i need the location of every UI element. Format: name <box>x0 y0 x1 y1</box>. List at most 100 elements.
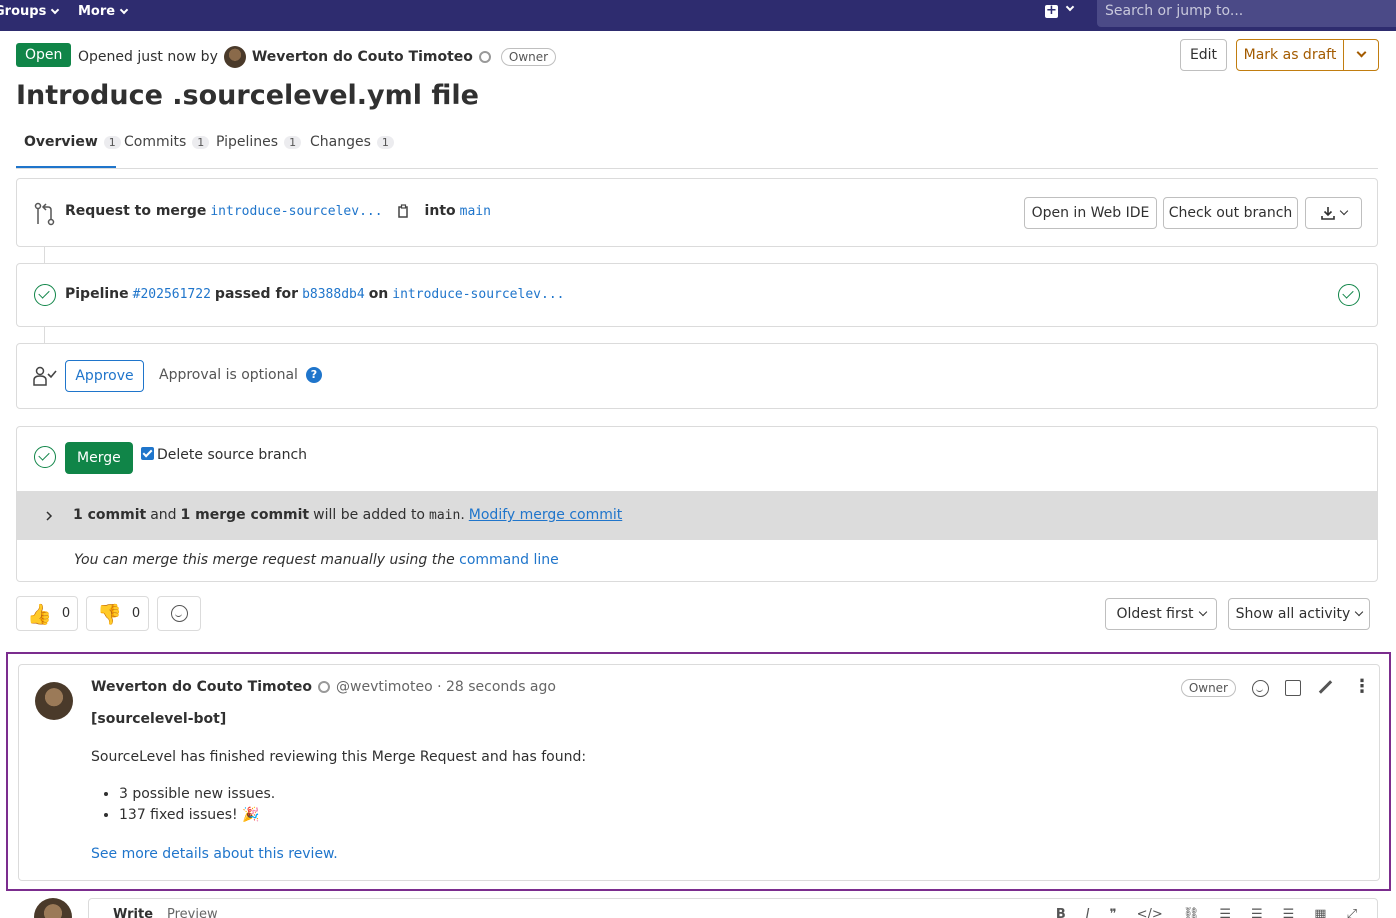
modify-merge-commit-link[interactable]: Modify merge commit <box>469 507 622 523</box>
task-list-icon[interactable]: ☰ <box>1283 907 1295 918</box>
tab-changes[interactable]: Changes 1 <box>310 134 394 150</box>
smile-icon <box>170 605 188 622</box>
thumbs-up-button[interactable]: 👍 0 <box>16 596 78 631</box>
italic-icon[interactable]: I <box>1086 907 1090 918</box>
active-tab-indicator <box>16 166 116 168</box>
chevron-down-icon <box>119 5 129 15</box>
merge-summary-period: . <box>460 507 465 523</box>
activity-filter-dropdown[interactable]: Show all activity <box>1228 598 1370 630</box>
new-item-dropdown[interactable] <box>1065 2 1075 12</box>
edit-button[interactable]: Edit <box>1180 39 1227 71</box>
thumbs-down-button[interactable]: 👎 0 <box>86 596 149 631</box>
groups-label: Groups <box>0 4 47 19</box>
sort-order-dropdown[interactable]: Oldest first <box>1105 598 1217 630</box>
preview-tab[interactable]: Preview <box>167 907 218 918</box>
write-tab[interactable]: Write <box>113 907 153 918</box>
opened-by: Opened just now by Weverton do Couto Tim… <box>78 46 557 68</box>
add-reaction-button[interactable] <box>157 596 201 631</box>
tab-commits[interactable]: Commits 1 <box>124 134 210 150</box>
tab-overview[interactable]: Overview 1 <box>24 134 121 150</box>
chevron-down-icon <box>51 5 60 15</box>
more-menu[interactable]: More <box>78 4 129 19</box>
passed-for-label: passed for <box>214 286 299 302</box>
merge-request-widget: Request to merge introduce-sourcelev... … <box>16 178 1378 247</box>
widget-connector <box>44 247 45 263</box>
link-icon[interactable]: ⛓ <box>1183 907 1200 918</box>
chevron-down-icon <box>1355 607 1364 617</box>
page-title: Introduce .sourcelevel.yml file <box>16 80 479 111</box>
approve-button[interactable]: Approve <box>65 360 144 392</box>
merge-commit-count: 1 merge commit <box>180 507 310 523</box>
mark-as-draft-button[interactable]: Mark as draft <box>1236 39 1344 71</box>
opened-text: Opened just now by <box>78 49 218 65</box>
bullet-list-icon[interactable]: ☰ <box>1219 907 1231 918</box>
manual-merge-hint: You can merge this merge request manuall… <box>74 552 559 568</box>
thumbs-up-count: 0 <box>61 606 71 621</box>
check-out-branch-button[interactable]: Check out branch <box>1163 197 1298 229</box>
command-line-link[interactable]: command line <box>459 552 559 568</box>
numbered-list-icon[interactable]: ☰ <box>1251 907 1263 918</box>
list-item: 137 fixed issues! 🎉 <box>119 807 275 823</box>
merge-commit-details[interactable]: 1 commit and 1 merge commit will be adde… <box>17 491 1377 540</box>
quote-icon[interactable]: ❞ <box>1110 907 1117 918</box>
tab-label: Pipelines <box>216 134 279 150</box>
open-web-ide-button[interactable]: Open in Web IDE <box>1024 197 1157 229</box>
groups-menu[interactable]: Groups <box>0 4 60 19</box>
tab-pipelines[interactable]: Pipelines 1 <box>216 134 302 150</box>
tab-count: 1 <box>376 135 394 149</box>
tab-count: 1 <box>192 135 210 149</box>
target-branch-link[interactable]: main <box>460 204 491 219</box>
table-icon[interactable]: ▦ <box>1314 907 1326 918</box>
into-label: into <box>424 203 456 219</box>
thumbs-down-icon: 👎 <box>97 601 122 626</box>
comment-editor[interactable]: Write Preview B I ❞ </> ⛓ ☰ ☰ ☰ ▦ ⤢ <box>88 898 1378 918</box>
copy-icon[interactable] <box>397 203 411 219</box>
approval-optional-text: Approval is optional <box>159 367 298 383</box>
reply-icon[interactable] <box>1285 680 1301 696</box>
pipeline-text: Pipeline #202561722 passed for b8388db4 … <box>65 286 564 302</box>
widget-connector <box>44 327 45 343</box>
draft-dropdown-button[interactable] <box>1343 39 1379 71</box>
code-icon[interactable]: </> <box>1137 907 1163 918</box>
chevron-down-icon <box>1339 206 1348 216</box>
added-to-text: will be added to <box>313 507 426 523</box>
pipeline-branch-link[interactable]: introduce-sourcelev... <box>392 287 564 302</box>
add-reaction-icon[interactable] <box>1252 679 1269 697</box>
thumbs-up-icon: 👍 <box>27 601 52 626</box>
more-actions-icon[interactable] <box>1349 676 1371 697</box>
chevron-right-icon[interactable] <box>45 511 53 521</box>
avatar[interactable] <box>35 682 73 720</box>
commit-link[interactable]: b8388db4 <box>302 287 365 302</box>
source-branch-link[interactable]: introduce-sourcelev... <box>210 204 382 219</box>
ready-to-merge-icon <box>34 446 56 468</box>
download-dropdown-button[interactable] <box>1305 197 1362 229</box>
new-item-icon[interactable]: + <box>1045 4 1058 18</box>
highlighted-note: Weverton do Couto Timoteo @wevtimoteo · … <box>6 652 1391 891</box>
avatar[interactable] <box>223 46 246 68</box>
tab-label: Changes <box>310 134 371 150</box>
delete-source-branch-checkbox[interactable] <box>141 447 154 460</box>
search-input[interactable]: Search or jump to... <box>1097 0 1396 27</box>
merge-request-icon <box>34 202 55 226</box>
sort-label: Oldest first <box>1116 606 1194 622</box>
bot-icon <box>478 51 491 63</box>
pipeline-status-icon[interactable] <box>34 284 56 306</box>
edit-icon[interactable] <box>1317 680 1333 696</box>
review-details-link[interactable]: See more details about this review. <box>91 846 338 862</box>
issues-list: 3 possible new issues. 137 fixed issues!… <box>119 786 275 828</box>
approval-widget: Approve Approval is optional ? <box>16 343 1378 409</box>
help-icon[interactable]: ? <box>305 367 322 383</box>
merge-request-text: Request to merge introduce-sourcelev... … <box>65 203 491 219</box>
note-handle-time[interactable]: @wevtimoteo · 28 seconds ago <box>336 679 556 695</box>
author-link[interactable]: Weverton do Couto Timoteo <box>252 49 473 65</box>
note-author-link[interactable]: Weverton do Couto Timoteo <box>91 679 312 695</box>
pipeline-id-link[interactable]: #202561722 <box>133 287 211 302</box>
delete-source-branch-label[interactable]: Delete source branch <box>157 447 307 463</box>
bold-icon[interactable]: B <box>1056 907 1066 918</box>
list-item: 3 possible new issues. <box>119 786 275 802</box>
fullscreen-icon[interactable]: ⤢ <box>1347 907 1357 918</box>
pipeline-stage-icon[interactable] <box>1338 284 1360 306</box>
bot-tag: [sourcelevel-bot] <box>91 711 227 727</box>
top-navbar: Groups More + Search or jump to... <box>0 0 1396 31</box>
merge-button[interactable]: Merge <box>65 442 133 474</box>
